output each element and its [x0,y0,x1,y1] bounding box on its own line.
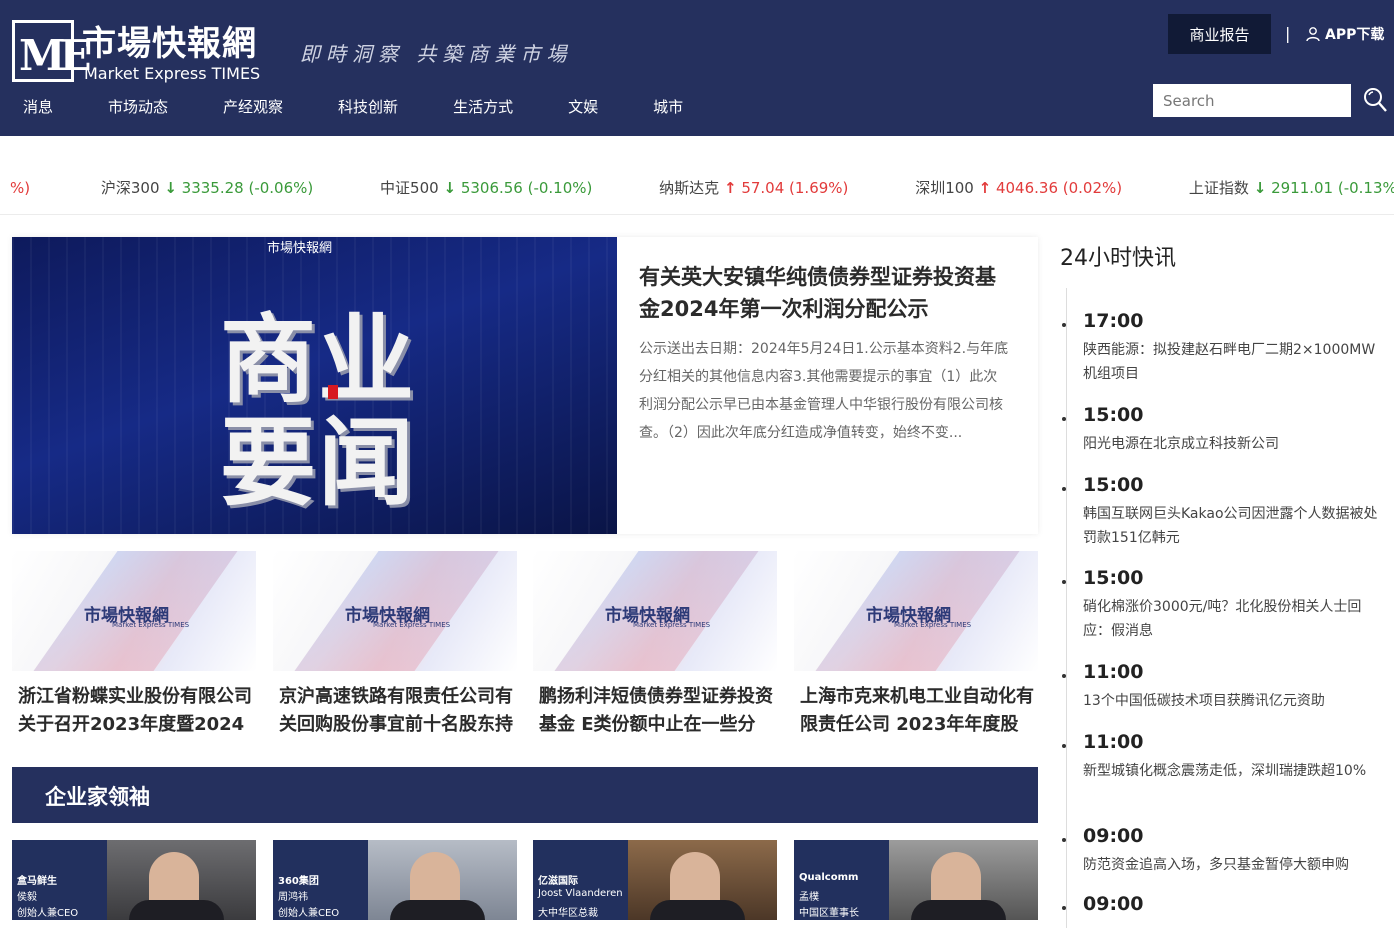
article-title[interactable]: 上海市克来机电工业自动化有限责任公司 2023年年度股东大会决议公告 [800,683,1034,739]
featured-title[interactable]: 有关英大安镇华纯债债券型证券投资基金2024年第一次利润分配公示 [639,261,1009,325]
featured-description: 公示送出去日期：2024年5月24日1.公示基本资料2.与年底分红相关的其他信息… [639,341,1009,441]
search-input[interactable] [1153,84,1351,117]
logo-name-cn: 市場快報網 [82,24,257,64]
nav-item-entertainment[interactable]: 文娱 [557,96,609,117]
article-card[interactable]: 市場快報網 Market Express TIMES 京沪高速铁路有限责任公司有关… [273,551,517,751]
main-nav: 消息 市场动态 产经观察 科技创新 生活方式 文娱 城市 [12,96,727,117]
leader-photo [107,840,256,920]
site-logo[interactable]: ME 市場快報網 Market Express TIMES [12,18,282,84]
arrow-down-icon: ↓ [164,179,177,197]
ticker-item[interactable]: 沪深300 ↓ 3335.28 (-0.06%) [101,177,313,198]
article-card[interactable]: 市場快報網 Market Express TIMES 上海市克来机电工业自动化有限… [794,551,1038,751]
ticker-item[interactable]: 纳斯达克 ↑ 57.04 (1.69%) [659,177,848,198]
site-header: ME 市場快報網 Market Express TIMES 即時洞察 共築商業市… [0,0,1394,136]
logo-name-en: Market Express TIMES [84,64,261,83]
flash-news-title: 24小时快讯 [1060,246,1176,271]
leader-photo [889,840,1038,920]
ticker-item[interactable]: 深圳100 ↑ 4046.36 (0.02%) [915,177,1122,198]
leader-photo [368,840,517,920]
leader-card[interactable]: 盒马鲜生 侯毅 创始人兼CEO [12,840,256,920]
article-title[interactable]: 京沪高速铁路有限责任公司有关回购股份事宜前十名股东持股情况的公告 [279,683,513,739]
logo-mark: ME [12,20,91,82]
article-cards: 市場快報網 Market Express TIMES 浙江省粉蝶实业股份有限公司关… [12,551,1038,751]
nav-item-market[interactable]: 市场动态 [97,96,179,117]
leader-card[interactable]: Qualcomm 孟樸 中国区董事长 [794,840,1038,920]
user-icon [1306,27,1320,42]
business-report-button[interactable]: 商业报告 [1168,14,1271,54]
nav-item-city[interactable]: 城市 [642,96,694,117]
arrow-up-icon: ↑ [978,179,992,197]
featured-image-logo: 市場快報網 [267,241,333,256]
nav-item-lifestyle[interactable]: 生活方式 [442,96,524,117]
featured-image-text-2: 要闻 [220,407,416,519]
bullet-icon [1062,838,1066,842]
section-title[interactable]: 企业家领袖 [45,781,150,811]
header-separator: | [1285,24,1291,43]
bullet-icon [1062,580,1066,584]
arrow-up-icon: ↑ [723,179,737,197]
article-thumbnail[interactable]: 市場快報網 Market Express TIMES [12,551,256,671]
market-ticker: %) 沪深300 ↓ 3335.28 (-0.06%) 中证500 ↓ 5306… [0,158,1394,215]
article-title[interactable]: 浙江省粉蝶实业股份有限公司关于召开2023年度暨2024年第一季度业绩说明会的公… [18,683,252,739]
app-download-label: APP下载 [1325,27,1385,43]
leader-photo [628,840,777,920]
search-icon [1364,88,1387,112]
featured-image[interactable]: 市場快報網 商业 要闻 [12,237,617,534]
section-header: 企业家领袖 [12,767,1038,823]
leader-card[interactable]: 360集团 周鸿祎 创始人兼CEO [273,840,517,920]
arrow-down-icon: ↓ [1253,179,1267,197]
bullet-icon [1062,744,1066,748]
ticker-item[interactable]: 上证指数 ↓ 2911.01 (-0.13%) [1189,177,1394,198]
article-card[interactable]: 市場快報網 Market Express TIMES 浙江省粉蝶实业股份有限公司关… [12,551,256,751]
article-thumbnail[interactable]: 市場快報網 Market Express TIMES [273,551,517,671]
bullet-icon [1062,487,1066,491]
bullet-icon [1062,417,1066,421]
article-card[interactable]: 市場快報網 Market Express TIMES 鹏扬利沣短债债券型证券投资基… [533,551,777,751]
article-thumbnail[interactable]: 市場快報網 Market Express TIMES [794,551,1038,671]
bullet-icon [1062,323,1066,327]
article-title[interactable]: 鹏扬利沣短债债券型证券投资基金 E类份额中止在一些分销机构办理申购的公告 [539,683,773,739]
nav-item-industry[interactable]: 产经观察 [212,96,294,117]
site-slogan: 即時洞察 共築商業市場 [300,42,573,66]
search-button[interactable] [1362,86,1388,114]
ticker-item[interactable]: %) [10,179,30,197]
featured-image-accent [328,385,338,399]
article-thumbnail[interactable]: 市場快報網 Market Express TIMES [533,551,777,671]
timeline-line [1066,288,1067,928]
leaders-list: 盒马鲜生 侯毅 创始人兼CEO 360集团 周鸿祎 创始人兼CEO 亿滋国际 J… [12,840,1038,920]
leader-card[interactable]: 亿滋国际 Joost Vlaanderen 大中华区总裁 [533,840,777,920]
bullet-icon [1062,906,1066,910]
featured-article[interactable]: 市場快報網 商业 要闻 有关英大安镇华纯债债券型证券投资基金2024年第一次利润… [12,237,1038,534]
nav-item-news[interactable]: 消息 [12,96,64,117]
ticker-item[interactable]: 中证500 ↓ 5306.56 (-0.10%) [380,177,592,198]
arrow-down-icon: ↓ [443,179,457,197]
bullet-icon [1062,674,1066,678]
app-download-link[interactable]: APP下载 [1305,24,1384,44]
nav-item-tech[interactable]: 科技创新 [327,96,409,117]
